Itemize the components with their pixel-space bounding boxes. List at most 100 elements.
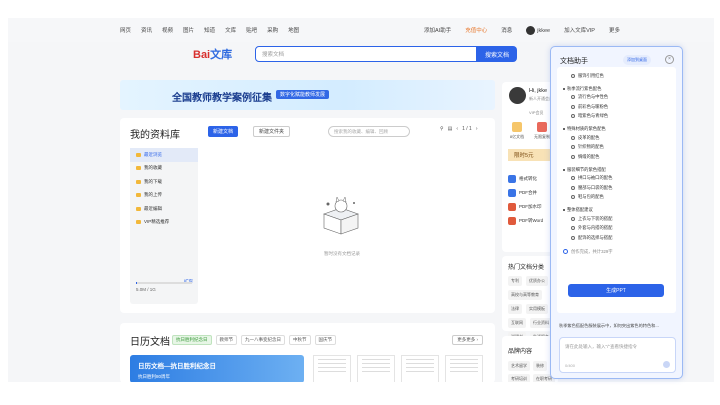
tree-item-label: 最近编辑 bbox=[144, 205, 162, 211]
suggested-question[interactable]: 秋季紫色搭配色服装展示中，如何突出紫色的特色和... bbox=[559, 323, 677, 329]
doc-thumbnail[interactable] bbox=[357, 355, 395, 382]
nav-link[interactable]: 贴吧 bbox=[246, 26, 257, 34]
top-nav-links: 网页 资讯 视频 图片 知道 文库 贴吧 采购 地图 bbox=[120, 26, 299, 34]
tree-item-label: VIP精选推荐 bbox=[144, 219, 170, 225]
baidu-wenku-logo[interactable]: Bai文库 bbox=[193, 46, 255, 62]
close-icon[interactable]: × bbox=[665, 55, 674, 64]
username: jkkee bbox=[537, 27, 551, 34]
calendar-tag[interactable]: 抗日胜利纪念日 bbox=[172, 335, 212, 345]
teacher-banner[interactable]: 全国教师教学案例征集 数字化赋能教师发展 bbox=[120, 80, 495, 110]
brand-tag[interactable]: 装修 bbox=[533, 361, 547, 371]
assistant-input[interactable]: 请在此处输入，输入"/"查看快捷指令 0/400 bbox=[559, 337, 676, 373]
top-nav: 网页 资讯 视频 图片 知道 文库 贴吧 采购 地图 添加AI助手 充值中心 消… bbox=[8, 18, 714, 42]
nav-link[interactable]: 图片 bbox=[183, 26, 194, 34]
benefit-item[interactable]: 无限复制 bbox=[533, 122, 551, 140]
calendar-tag[interactable]: 教师节 bbox=[215, 335, 237, 345]
tool-item[interactable]: PDF合并 bbox=[508, 186, 543, 200]
search-input[interactable]: 搜索文档 bbox=[255, 46, 477, 62]
storage-bar bbox=[136, 282, 192, 284]
filter-icon[interactable]: ⚲ bbox=[440, 126, 444, 132]
search-bar: Bai文库 搜索文档 搜索文档 bbox=[193, 46, 517, 62]
next-page-icon[interactable]: › bbox=[476, 126, 478, 132]
outline-heading: 秋季流行紫色配色 bbox=[563, 85, 670, 93]
banner-badge: 数字化赋能教师发展 bbox=[276, 90, 330, 99]
category-tag[interactable]: 高校与高等教育 bbox=[508, 290, 542, 300]
char-count: 0/400 bbox=[565, 363, 576, 368]
more-link[interactable]: 更多 bbox=[609, 26, 620, 34]
profile-vip: VIP会员 bbox=[529, 110, 544, 115]
profile-avatar[interactable] bbox=[509, 87, 526, 104]
brand-title: 品牌内容 bbox=[508, 349, 533, 355]
nav-link[interactable]: 采购 bbox=[267, 26, 278, 34]
profile-benefits: 8亿文档 无限复制 bbox=[508, 122, 551, 140]
tree-item-favorites[interactable]: 我的收藏 bbox=[130, 162, 198, 176]
new-folder-button[interactable]: 新建文件夹 bbox=[253, 126, 291, 137]
benefit-item[interactable]: 8亿文档 bbox=[508, 122, 526, 140]
folder-icon bbox=[136, 152, 141, 157]
tree-item-vip-picks[interactable]: VIP精选推荐 bbox=[130, 216, 198, 230]
doc-thumbnail[interactable] bbox=[313, 355, 351, 382]
vip-center-link[interactable]: 充值中心 bbox=[465, 26, 487, 34]
tree-item-recent-edit[interactable]: 最近编辑 bbox=[130, 202, 198, 216]
grid-icon[interactable]: ▤ bbox=[448, 126, 453, 132]
outline-section: 特殊材质的紫色配色 皮革的配色 针织物的配色 绸缎的配色 bbox=[563, 125, 670, 162]
user-menu[interactable]: jkkee bbox=[526, 25, 551, 35]
library-search-input[interactable]: 搜索我的收藏、编辑、回顾 bbox=[328, 126, 410, 137]
logo-text-a: Bai bbox=[193, 49, 211, 61]
calendar-tags: 抗日胜利纪念日 教师节 九一八事变纪念日 中秋节 国庆节 bbox=[172, 335, 336, 345]
tool-item[interactable]: PDF转Word bbox=[508, 214, 543, 228]
tool-item[interactable]: 格式转化 bbox=[508, 172, 543, 186]
category-tag[interactable]: 优质办公 bbox=[526, 276, 548, 286]
add-assistant-link[interactable]: 添加AI助手 bbox=[424, 26, 451, 34]
add-to-desktop-button[interactable]: 添加到桌面 bbox=[623, 55, 651, 65]
brand-tag[interactable]: 艺术留学 bbox=[508, 361, 530, 371]
completion-status: 创作完成，共计329字 bbox=[563, 249, 670, 255]
calendar-banner[interactable]: 日历文档—抗日胜利纪念日 抗日胜利80周年 bbox=[130, 355, 304, 382]
outline-subitem: 针织物的配色 bbox=[563, 143, 670, 153]
nav-link[interactable]: 视频 bbox=[162, 26, 173, 34]
tree-item-recent[interactable]: 最近浏览 bbox=[130, 148, 198, 162]
pdf-to-word-icon bbox=[508, 217, 516, 225]
send-icon[interactable] bbox=[663, 361, 670, 368]
calendar-tag[interactable]: 九一八事变纪念日 bbox=[241, 335, 285, 345]
categories-title: 热门文档分类 bbox=[508, 265, 545, 271]
category-tag[interactable]: 行业资料 bbox=[530, 318, 552, 328]
outline-subitem: 服饰引用红色 bbox=[563, 71, 670, 81]
search-button[interactable]: 搜索文档 bbox=[477, 46, 517, 62]
document-assistant-panel: 文档助手 添加到桌面 × 服饰引用红色 秋季流行紫色配色 流行色与中性色 前彩色与暖… bbox=[550, 46, 683, 379]
limited-offer-button[interactable]: 限时5元 bbox=[508, 149, 552, 161]
nav-link[interactable]: 地图 bbox=[288, 26, 299, 34]
category-tag[interactable]: 法律 bbox=[508, 304, 522, 314]
prev-page-icon[interactable]: ‹ bbox=[456, 126, 458, 132]
tree-item-downloads[interactable]: 我的下载 bbox=[130, 175, 198, 189]
library-title: 我的资料库 bbox=[130, 130, 180, 141]
messages-link[interactable]: 消息 bbox=[501, 26, 512, 34]
nav-link[interactable]: 文库 bbox=[225, 26, 236, 34]
calendar-banner-sub: 抗日胜利80周年 bbox=[138, 374, 171, 379]
avatar bbox=[526, 25, 536, 35]
tool-item[interactable]: PDF加水印 bbox=[508, 200, 543, 214]
nav-link[interactable]: 网页 bbox=[120, 26, 131, 34]
storage-text: 5.0M / 1G bbox=[136, 287, 156, 292]
doc-thumbnail[interactable] bbox=[401, 355, 439, 382]
category-tag[interactable]: 实用模板 bbox=[526, 304, 548, 314]
more-button[interactable]: 更多更多 › bbox=[452, 335, 483, 345]
doc-thumbnail[interactable] bbox=[445, 355, 483, 382]
join-vip-link[interactable]: 加入文库VIP bbox=[564, 26, 595, 34]
nav-link[interactable]: 资讯 bbox=[141, 26, 152, 34]
calendar-tag[interactable]: 中秋节 bbox=[289, 335, 311, 345]
nav-link[interactable]: 知道 bbox=[204, 26, 215, 34]
calendar-tag[interactable]: 国庆节 bbox=[314, 335, 336, 345]
generate-ppt-button[interactable]: 生成PPT bbox=[568, 284, 664, 297]
tool-label: PDF合并 bbox=[519, 190, 537, 195]
brand-tag[interactable]: 考研培训 bbox=[508, 374, 530, 382]
tree-item-uploads[interactable]: 我的上传 bbox=[130, 189, 198, 203]
pdf-watermark-icon bbox=[508, 203, 516, 211]
folder-icon bbox=[136, 166, 141, 171]
outline-subitem: 拼口与袖口的配色 bbox=[563, 174, 670, 184]
outline-subitem: 上衣与下装的搭配 bbox=[563, 214, 670, 224]
category-tag[interactable]: 互联网 bbox=[508, 318, 526, 328]
tree-item-label: 最近浏览 bbox=[144, 151, 162, 157]
category-tag[interactable]: 专利 bbox=[508, 276, 522, 286]
new-document-button[interactable]: 新建文档 bbox=[208, 126, 239, 137]
